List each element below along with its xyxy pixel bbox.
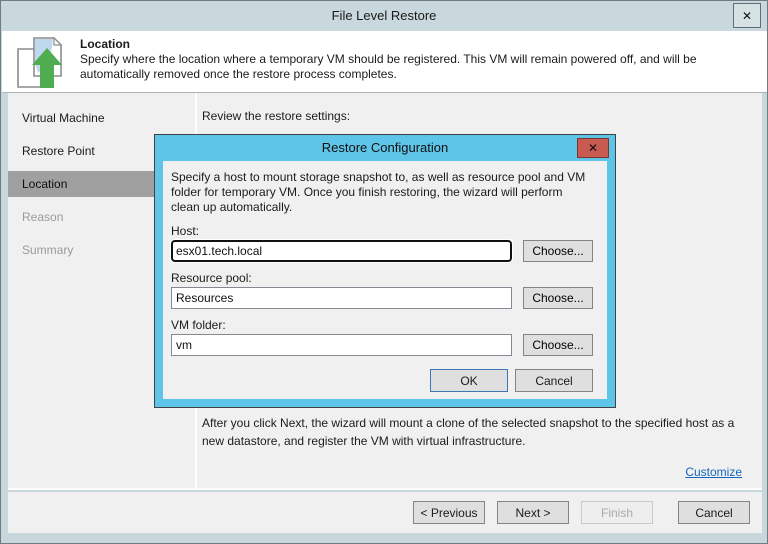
- resource-pool-label: Resource pool:: [171, 271, 252, 285]
- restore-configuration-dialog: Restore Configuration ✕ Specify a host t…: [154, 134, 616, 408]
- window-close-button[interactable]: ✕: [733, 3, 761, 28]
- dialog-cancel-button[interactable]: Cancel: [515, 369, 593, 392]
- dialog-title: Restore Configuration: [321, 140, 449, 155]
- wizard-header: Location Specify where the location wher…: [2, 31, 767, 93]
- file-level-restore-window: File Level Restore ✕ Location Specify wh…: [0, 0, 768, 544]
- finish-button[interactable]: Finish: [581, 501, 653, 524]
- step-description-line1: Specify where the location where a tempo…: [80, 52, 697, 66]
- dialog-titlebar: Restore Configuration ✕: [155, 135, 615, 161]
- resource-pool-choose-button[interactable]: Choose...: [523, 287, 593, 309]
- dialog-close-button[interactable]: ✕: [577, 138, 609, 158]
- vm-folder-row: Choose...: [171, 334, 593, 356]
- next-step-info: After you click Next, the wizard will mo…: [202, 414, 734, 450]
- vm-folder-label: VM folder:: [171, 318, 226, 332]
- review-settings-label: Review the restore settings:: [202, 109, 351, 123]
- wizard-footer: < Previous Next > Finish Cancel: [8, 492, 762, 533]
- previous-button[interactable]: < Previous: [413, 501, 485, 524]
- dialog-description-line1: Specify a host to mount storage snapshot…: [171, 170, 586, 184]
- window-titlebar: File Level Restore ✕: [2, 1, 766, 31]
- wizard-cancel-button[interactable]: Cancel: [678, 501, 750, 524]
- next-step-info-line1: After you click Next, the wizard will mo…: [202, 416, 735, 430]
- host-label: Host:: [171, 224, 200, 238]
- host-input[interactable]: [170, 239, 513, 263]
- step-description-line2: automatically removed once the restore p…: [80, 67, 397, 81]
- customize-link[interactable]: Customize: [685, 465, 742, 479]
- restore-document-icon: [14, 36, 72, 91]
- step-title: Location: [80, 37, 130, 51]
- host-choose-button[interactable]: Choose...: [523, 240, 593, 262]
- dialog-description-line3: clean up automatically.: [171, 200, 293, 214]
- resource-pool-row: Choose...: [171, 287, 593, 309]
- dialog-description: Specify a host to mount storage snapshot…: [171, 170, 593, 215]
- close-icon: ✕: [741, 8, 753, 23]
- ok-button[interactable]: OK: [430, 369, 508, 392]
- dialog-body: Specify a host to mount storage snapshot…: [163, 161, 607, 399]
- window-title: File Level Restore: [331, 8, 437, 23]
- resource-pool-input[interactable]: [171, 287, 512, 309]
- sidebar-item-virtual-machine[interactable]: Virtual Machine: [8, 105, 195, 131]
- step-description: Specify where the location where a tempo…: [80, 52, 697, 82]
- next-step-info-line2: new datastore, and register the VM with …: [202, 434, 526, 448]
- vm-folder-input[interactable]: [171, 334, 512, 356]
- vm-folder-choose-button[interactable]: Choose...: [523, 334, 593, 356]
- next-button[interactable]: Next >: [497, 501, 569, 524]
- dialog-actions: OK Cancel: [171, 369, 593, 392]
- close-icon: ✕: [587, 141, 599, 155]
- host-row: Choose...: [170, 239, 593, 263]
- dialog-description-line2: folder for temporary VM. Once you finish…: [171, 185, 563, 199]
